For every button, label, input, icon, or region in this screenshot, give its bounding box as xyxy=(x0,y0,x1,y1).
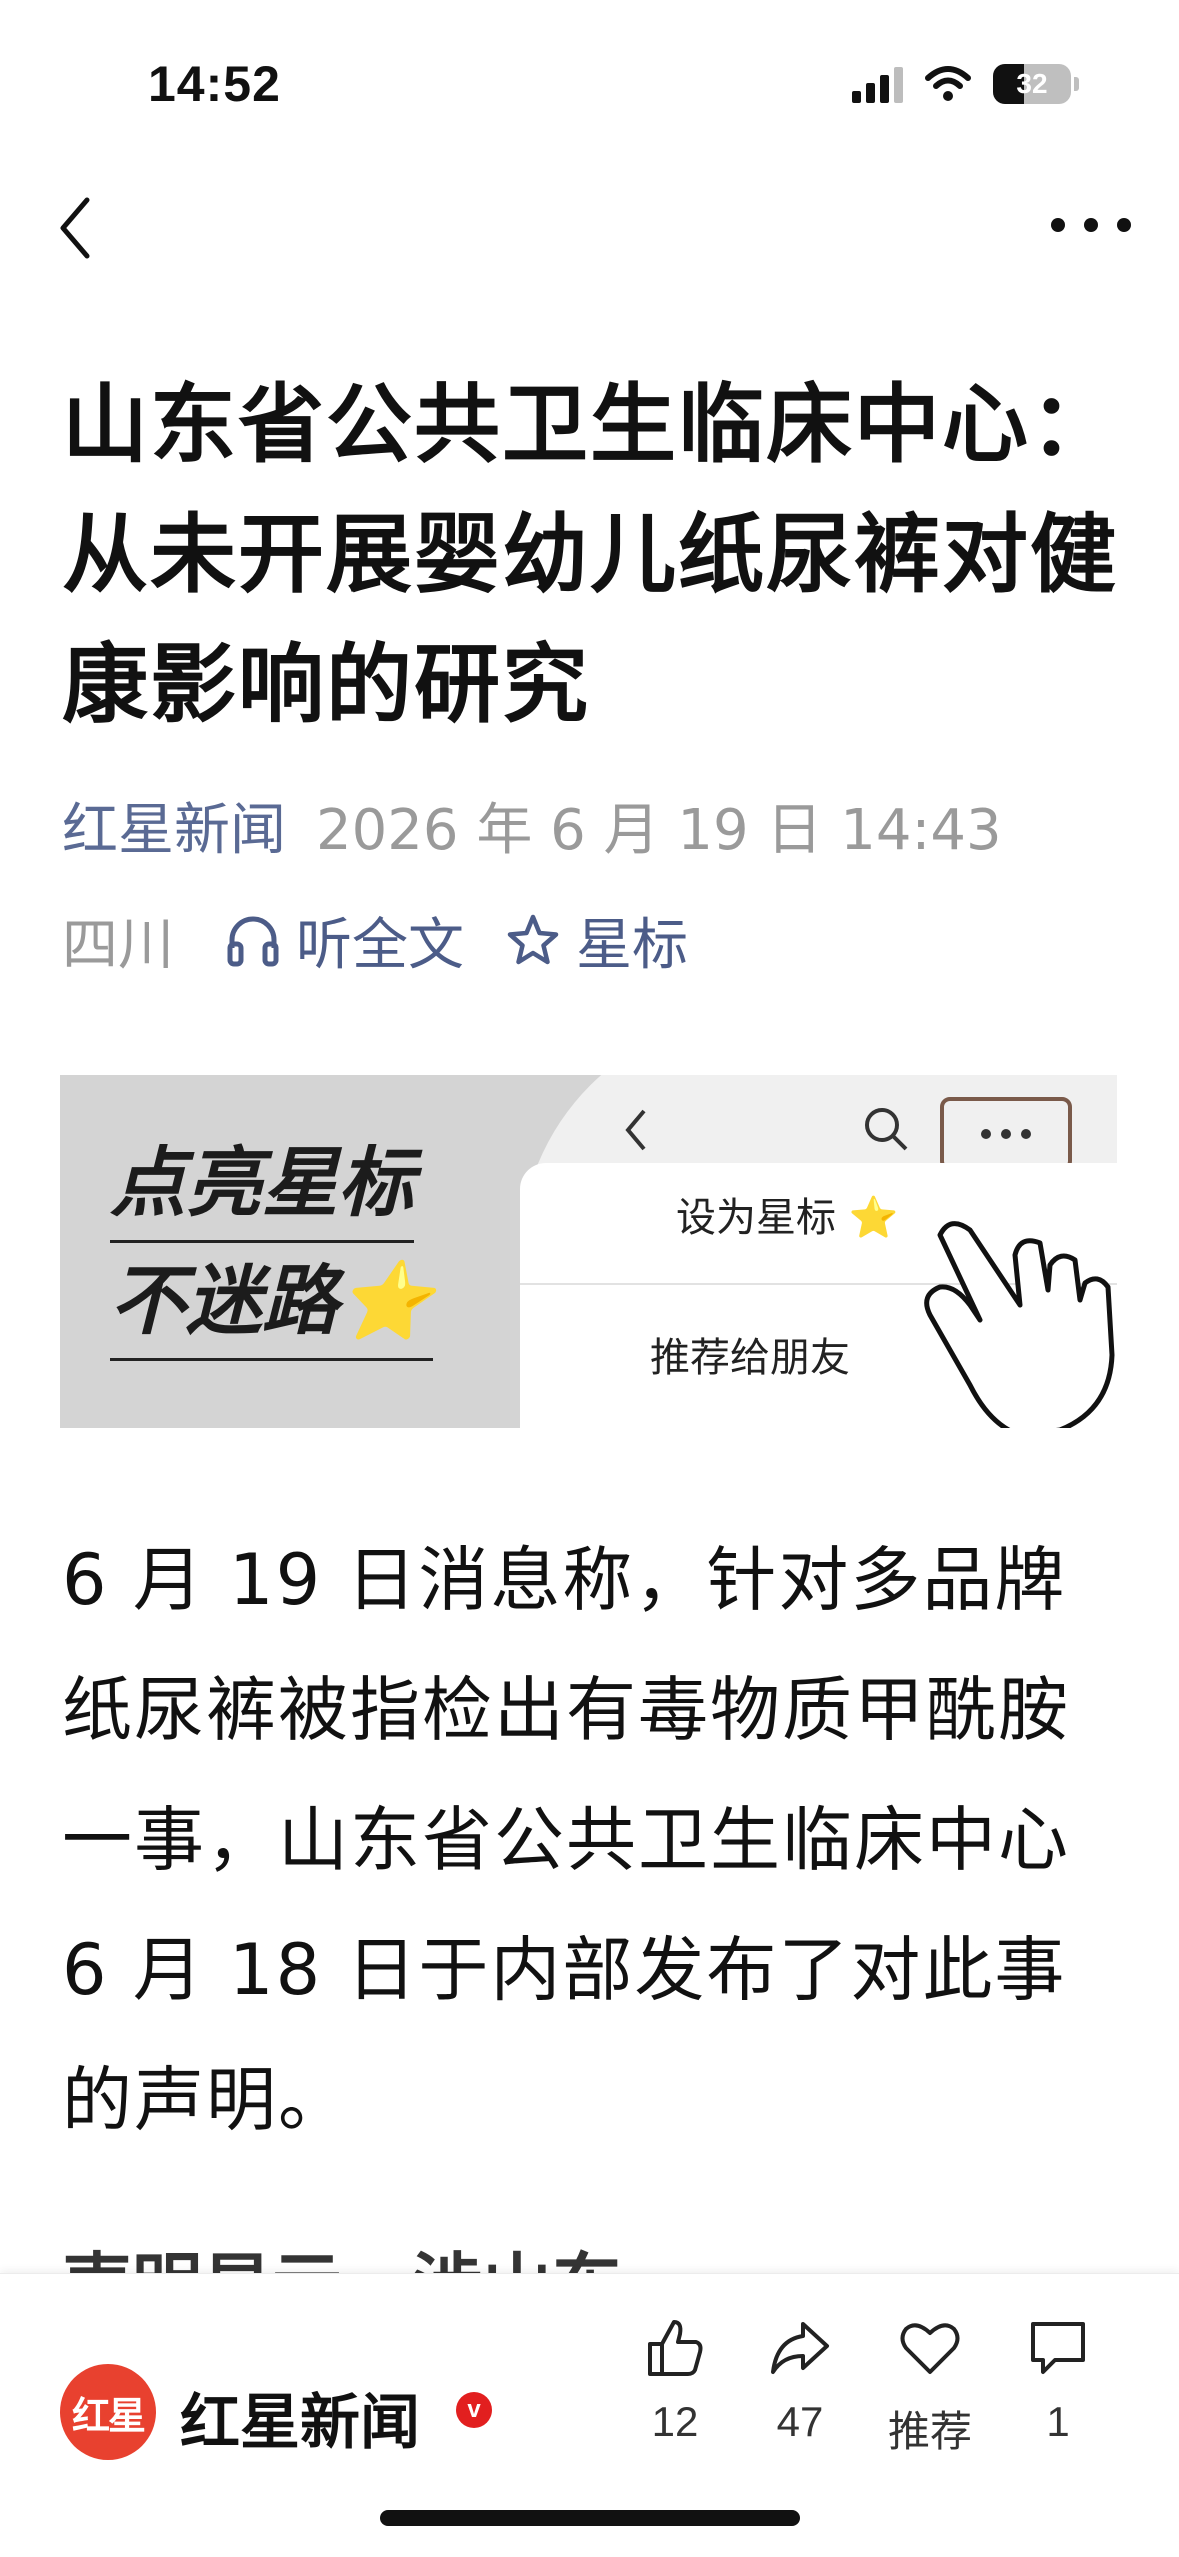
article-body: 6 月 19 日消息称，针对多品牌纸尿裤被指检出有毒物质甲酰胺一事，山东省公共卫… xyxy=(62,1515,1122,2165)
banner-back-icon xyxy=(625,1109,646,1151)
back-button[interactable] xyxy=(45,188,105,268)
recommend-button[interactable]: 推荐 xyxy=(870,2314,990,2459)
dot-icon xyxy=(1117,218,1131,232)
pointing-hand-icon xyxy=(924,1221,1115,1428)
wifi-icon xyxy=(925,66,971,101)
listen-label: 听全文 xyxy=(296,913,464,978)
star-label: 星标 xyxy=(576,913,688,978)
banner-more-icon xyxy=(940,1097,1072,1171)
star-button[interactable]: 星标 xyxy=(504,900,688,981)
status-bar: 14:52 32 xyxy=(0,0,1179,170)
article-paragraph: 6 月 19 日消息称，针对多品牌纸尿裤被指检出有毒物质甲酰胺一事，山东省公共卫… xyxy=(62,1539,1070,2141)
star-promo-banner[interactable]: 点亮星标 不迷路⭐ 设为星标 ⭐ 推荐给朋友 xyxy=(60,1075,1117,1428)
source-logo[interactable]: 红星 xyxy=(60,2364,156,2460)
article-title: 山东省公共卫生临床中心：从未开展婴幼儿纸尿裤对健康影响的研究 xyxy=(62,375,1118,735)
share-arrow-icon xyxy=(771,2322,829,2374)
battery-icon: 32 xyxy=(993,64,1071,104)
dot-icon xyxy=(1084,218,1098,232)
publish-time: 2026 年 6 月 19 日 14:43 xyxy=(316,798,1002,863)
comment-button[interactable]: 1 xyxy=(998,2314,1118,2446)
comment-bubble-icon xyxy=(1031,2322,1085,2374)
bottom-source-name[interactable]: 红星新闻 xyxy=(180,2374,420,2461)
status-time: 14:52 xyxy=(148,56,281,112)
battery-level: 32 xyxy=(1016,68,1048,99)
banner-slogan: 点亮星标 不迷路⭐ xyxy=(110,1125,433,1361)
headphones-icon xyxy=(227,916,279,966)
star-icon xyxy=(507,914,559,964)
more-options-button[interactable] xyxy=(1051,200,1131,250)
cellular-signal-icon xyxy=(852,65,903,103)
heart-icon xyxy=(900,2323,960,2374)
banner-line2: 不迷路⭐ xyxy=(110,1243,433,1361)
dot-icon xyxy=(1051,218,1065,232)
thumbs-up-icon xyxy=(648,2320,703,2376)
home-indicator[interactable] xyxy=(380,2510,800,2526)
region-label: 四川 xyxy=(62,913,174,978)
share-button[interactable]: 47 xyxy=(740,2314,860,2446)
article-meta: 红星新闻 2026 年 6 月 19 日 14:43 xyxy=(62,785,1002,866)
like-count: 12 xyxy=(651,2398,699,2445)
listen-button[interactable]: 听全文 xyxy=(224,900,464,981)
like-button[interactable]: 12 xyxy=(615,2314,735,2446)
article-actions: 四川 听全文 星标 xyxy=(62,900,688,981)
share-count: 47 xyxy=(776,2398,824,2445)
status-icons: 32 xyxy=(852,64,1079,104)
source-link[interactable]: 红星新闻 xyxy=(62,798,286,863)
banner-menu-star: 设为星标 ⭐ xyxy=(676,1195,899,1241)
comment-count: 1 xyxy=(1046,2398,1070,2445)
verified-badge-icon: v xyxy=(456,2392,492,2428)
banner-menu-recommend: 推荐给朋友 xyxy=(650,1335,850,1381)
banner-line1: 点亮星标 xyxy=(110,1125,414,1243)
recommend-label: 推荐 xyxy=(887,2408,972,2455)
banner-search-icon xyxy=(865,1108,908,1151)
